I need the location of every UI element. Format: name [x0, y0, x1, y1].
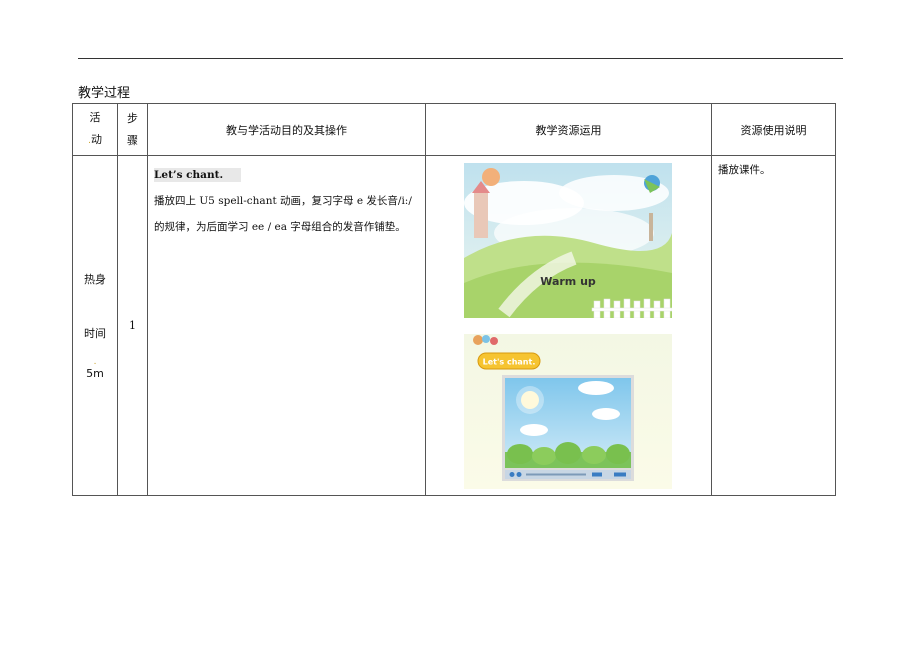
header-activity-char2: .动 — [88, 133, 102, 146]
time-label: 时间 — [84, 327, 106, 340]
header-activity-char1: 活 — [89, 111, 101, 124]
chant-slide-image: Let's chant. — [464, 334, 672, 489]
chant-title: Let’s chant. — [154, 168, 242, 182]
header-activity: 活 .动 — [72, 103, 118, 156]
header-row: 活 .动 步 骤 教与学活动目的及其操作 教学资源运用 资源使用说明 — [72, 103, 836, 156]
content-cell: Let’s chant. 播放四上 U5 spell-chant 动画，复习字母… — [147, 155, 426, 496]
time-value: . 5m — [86, 357, 104, 380]
usage-note-cell: 播放课件。 — [711, 155, 836, 496]
chant-tag: Let's chant. — [483, 358, 536, 367]
description-line-2: 的规律，为后面学习 ee / ea 字母组合的发音作铺垫。 — [154, 221, 406, 233]
usage-note: 播放课件。 — [718, 164, 771, 176]
resource-cell: Warm up Let's chant. — [425, 155, 712, 496]
warmup-text: Warm up — [540, 275, 596, 288]
header-step-char2: 骤 — [127, 133, 138, 147]
header-content: 教与学活动目的及其操作 — [147, 103, 426, 156]
lesson-table: 活 .动 步 骤 教与学活动目的及其操作 教学资源运用 资源使用说明 热身 时间… — [72, 103, 836, 496]
activity-name: 热身 — [84, 273, 106, 286]
table-row: 热身 时间 . 5m 1 Let’s chant. 播放四上 U5 spell-c… — [72, 155, 836, 496]
header-resources: 教学资源运用 — [425, 103, 712, 156]
header-step: 步 骤 — [117, 103, 148, 156]
step-cell: 1 — [117, 155, 148, 496]
top-rule — [78, 58, 843, 59]
header-step-char1: 步 — [127, 111, 138, 125]
warmup-slide-image: Warm up — [464, 163, 672, 318]
section-title: 教学过程 — [78, 86, 131, 101]
step-number: 1 — [129, 319, 136, 332]
header-usage: 资源使用说明 — [711, 103, 836, 156]
description-line-1: 播放四上 U5 spell-chant 动画，复习字母 e 发长音/i:/ — [154, 195, 412, 207]
activity-cell: 热身 时间 . 5m — [72, 155, 118, 496]
